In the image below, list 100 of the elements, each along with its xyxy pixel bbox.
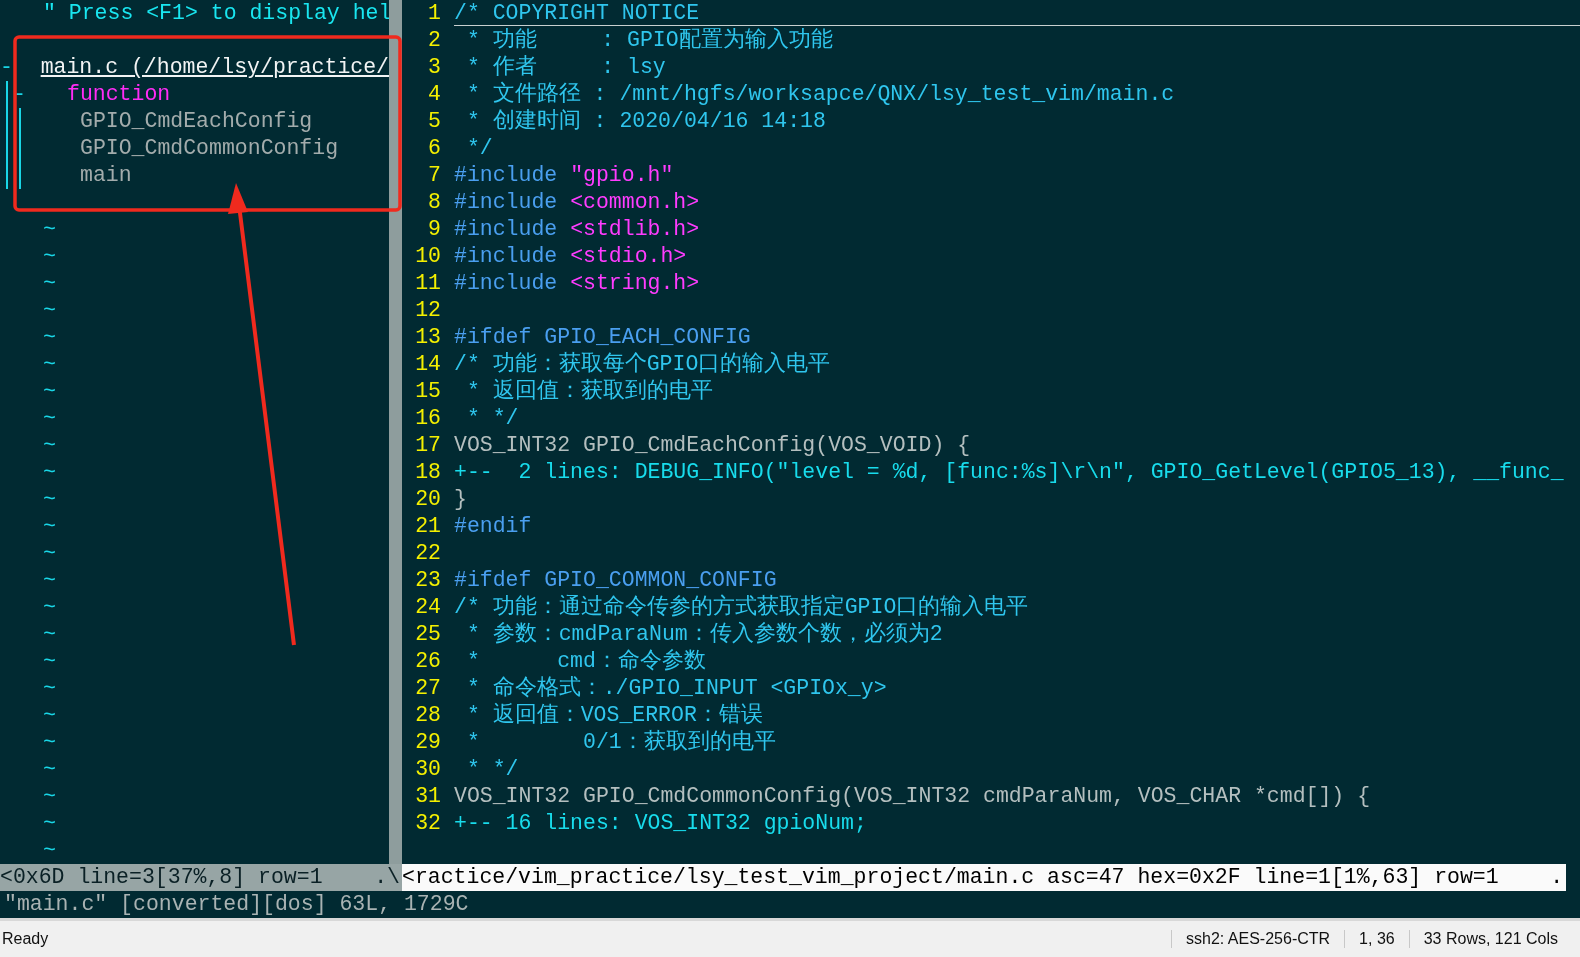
code-text: "gpio.h" bbox=[570, 163, 674, 187]
line-number: 5 bbox=[427, 108, 442, 135]
message-line: "main.c" [converted][dos] 63L, 1729C bbox=[3, 891, 469, 918]
empty-line-marker: ~ bbox=[42, 540, 56, 567]
code-text: #include bbox=[454, 271, 559, 295]
empty-line-marker: ~ bbox=[42, 216, 56, 243]
line-number: 20 bbox=[414, 486, 442, 513]
window-splitter[interactable] bbox=[389, 0, 402, 864]
empty-line-marker: ~ bbox=[42, 756, 56, 783]
code-text: <common.h> bbox=[570, 190, 700, 214]
empty-line-marker: ~ bbox=[42, 297, 56, 324]
empty-line-marker: ~ bbox=[42, 837, 56, 864]
line-number: 11 bbox=[414, 270, 442, 297]
code-text: * 命令格式：./GPIO_INPUT <GPIOx_y> bbox=[465, 676, 887, 700]
code-text: * */ bbox=[465, 757, 519, 781]
line-number: 25 bbox=[414, 621, 442, 648]
empty-line-marker: ~ bbox=[42, 486, 56, 513]
line-number: 1 bbox=[427, 0, 442, 27]
line-number: 3 bbox=[427, 54, 442, 81]
line-number: 10 bbox=[414, 243, 442, 270]
line-number: 14 bbox=[414, 351, 442, 378]
empty-line-marker: ~ bbox=[42, 702, 56, 729]
line-number: 12 bbox=[414, 297, 442, 324]
code-text: * 文件路径 : /mnt/hgfs/worksapce/QNX/lsy_test_vim/main.c bbox=[465, 82, 1175, 106]
fold-marker[interactable]: - bbox=[0, 54, 13, 81]
empty-line-marker: ~ bbox=[42, 567, 56, 594]
line-number: 22 bbox=[414, 540, 442, 567]
code-text: <stdlib.h> bbox=[570, 217, 700, 241]
tree-item[interactable]: GPIO_CmdCommonConfig bbox=[80, 135, 339, 162]
empty-line-marker: ~ bbox=[42, 675, 56, 702]
line-number: 15 bbox=[414, 378, 442, 405]
code-text: <stdio.h> bbox=[570, 244, 687, 268]
line-number: 29 bbox=[414, 729, 442, 756]
code-text: #include bbox=[454, 163, 559, 187]
terminal-size: 33 Rows, 121 Cols bbox=[1408, 930, 1580, 948]
code-text: #ifdef GPIO_COMMON_CONFIG bbox=[454, 568, 777, 592]
code-text: <string.h> bbox=[570, 271, 700, 295]
empty-line-marker: ~ bbox=[42, 459, 56, 486]
code-text: #ifdef GPIO_EACH_CONFIG bbox=[454, 325, 751, 349]
empty-line-marker: ~ bbox=[42, 513, 56, 540]
code-text: * 功能 : GPIO配置为输入功能 bbox=[465, 28, 833, 52]
empty-line-marker: ~ bbox=[42, 324, 56, 351]
line-number: 4 bbox=[427, 81, 442, 108]
empty-line-marker: ~ bbox=[42, 729, 56, 756]
code-text: * 0/1：获取到的电平 bbox=[465, 730, 776, 754]
line-number: 24 bbox=[414, 594, 442, 621]
code-text: +-- 16 lines: VOS_INT32 gpioNum; bbox=[454, 811, 867, 835]
code-text: * 参数：cmdParaNum：传入参数个数，必须为2 bbox=[465, 622, 943, 646]
line-number: 18 bbox=[414, 459, 442, 486]
code-text: * */ bbox=[465, 406, 519, 430]
line-number: 13 bbox=[414, 324, 442, 351]
code-text: * 创建时间 : 2020/04/16 14:18 bbox=[465, 109, 826, 133]
fold-marker[interactable]: - bbox=[13, 81, 26, 108]
code-text: VOS_INT32 GPIO_CmdEachConfig(VOS_VOID) { bbox=[454, 433, 971, 457]
tree-root[interactable]: main.c (/home/lsy/practice/ bbox=[40, 54, 389, 81]
line-number: 26 bbox=[414, 648, 442, 675]
code-text: /* COPYRIGHT NOTICE bbox=[454, 1, 700, 25]
empty-line-marker: ~ bbox=[42, 783, 56, 810]
line-number: 28 bbox=[414, 702, 442, 729]
empty-line-marker: ~ bbox=[42, 648, 56, 675]
empty-line-marker: ~ bbox=[42, 243, 56, 270]
empty-line-marker: ~ bbox=[42, 432, 56, 459]
empty-line-marker: ~ bbox=[42, 621, 56, 648]
cipher-label: ssh2: AES-256-CTR bbox=[1171, 930, 1345, 948]
line-number: 2 bbox=[427, 27, 442, 54]
tree-item[interactable]: main bbox=[80, 162, 132, 189]
line-number: 23 bbox=[414, 567, 442, 594]
empty-line-marker: ~ bbox=[42, 378, 56, 405]
code-text: #endif bbox=[454, 514, 532, 538]
line-number: 17 bbox=[414, 432, 442, 459]
empty-line-marker: ~ bbox=[42, 405, 56, 432]
code-text: +-- 2 lines: DEBUG_INFO("level = %d, [func:%s]\r\n", GPIO_GetLevel(GPIO5_13), __func_ bbox=[454, 460, 1564, 484]
line-number: 9 bbox=[427, 216, 442, 243]
code-text: /* 功能：通过命令传参的方式获取指定GPIO口的输入电平 bbox=[454, 595, 1029, 619]
line-number: 6 bbox=[427, 135, 442, 162]
empty-line-marker: ~ bbox=[42, 594, 56, 621]
cursor-position: 1, 36 bbox=[1344, 930, 1409, 948]
line-number: 7 bbox=[427, 162, 442, 189]
line-number: 21 bbox=[414, 513, 442, 540]
line-number: 31 bbox=[414, 783, 442, 810]
code-text: * 返回值：获取到的电平 bbox=[465, 379, 713, 403]
line-number: 8 bbox=[427, 189, 442, 216]
code-text: /* 功能：获取每个GPIO口的输入电平 bbox=[454, 352, 831, 376]
code-text: * 返回值：VOS_ERROR：错误 bbox=[465, 703, 763, 727]
code-text: */ bbox=[465, 136, 493, 160]
code-text: * cmd：命令参数 bbox=[465, 649, 706, 673]
line-number: 30 bbox=[414, 756, 442, 783]
code-text: #include bbox=[454, 190, 559, 214]
code-text: #include bbox=[454, 244, 559, 268]
line-number: 32 bbox=[414, 810, 442, 837]
empty-line-marker: ~ bbox=[42, 351, 56, 378]
line-number: 27 bbox=[414, 675, 442, 702]
code-text: #include bbox=[454, 217, 559, 241]
code-text: * 作者 : lsy bbox=[465, 55, 666, 79]
empty-line-marker: ~ bbox=[42, 810, 56, 837]
empty-line-marker: ~ bbox=[42, 270, 56, 297]
line-number: 16 bbox=[414, 405, 442, 432]
tree-group[interactable]: function bbox=[67, 81, 171, 108]
code-text: } bbox=[454, 487, 467, 511]
tree-item[interactable]: GPIO_CmdEachConfig bbox=[80, 108, 313, 135]
